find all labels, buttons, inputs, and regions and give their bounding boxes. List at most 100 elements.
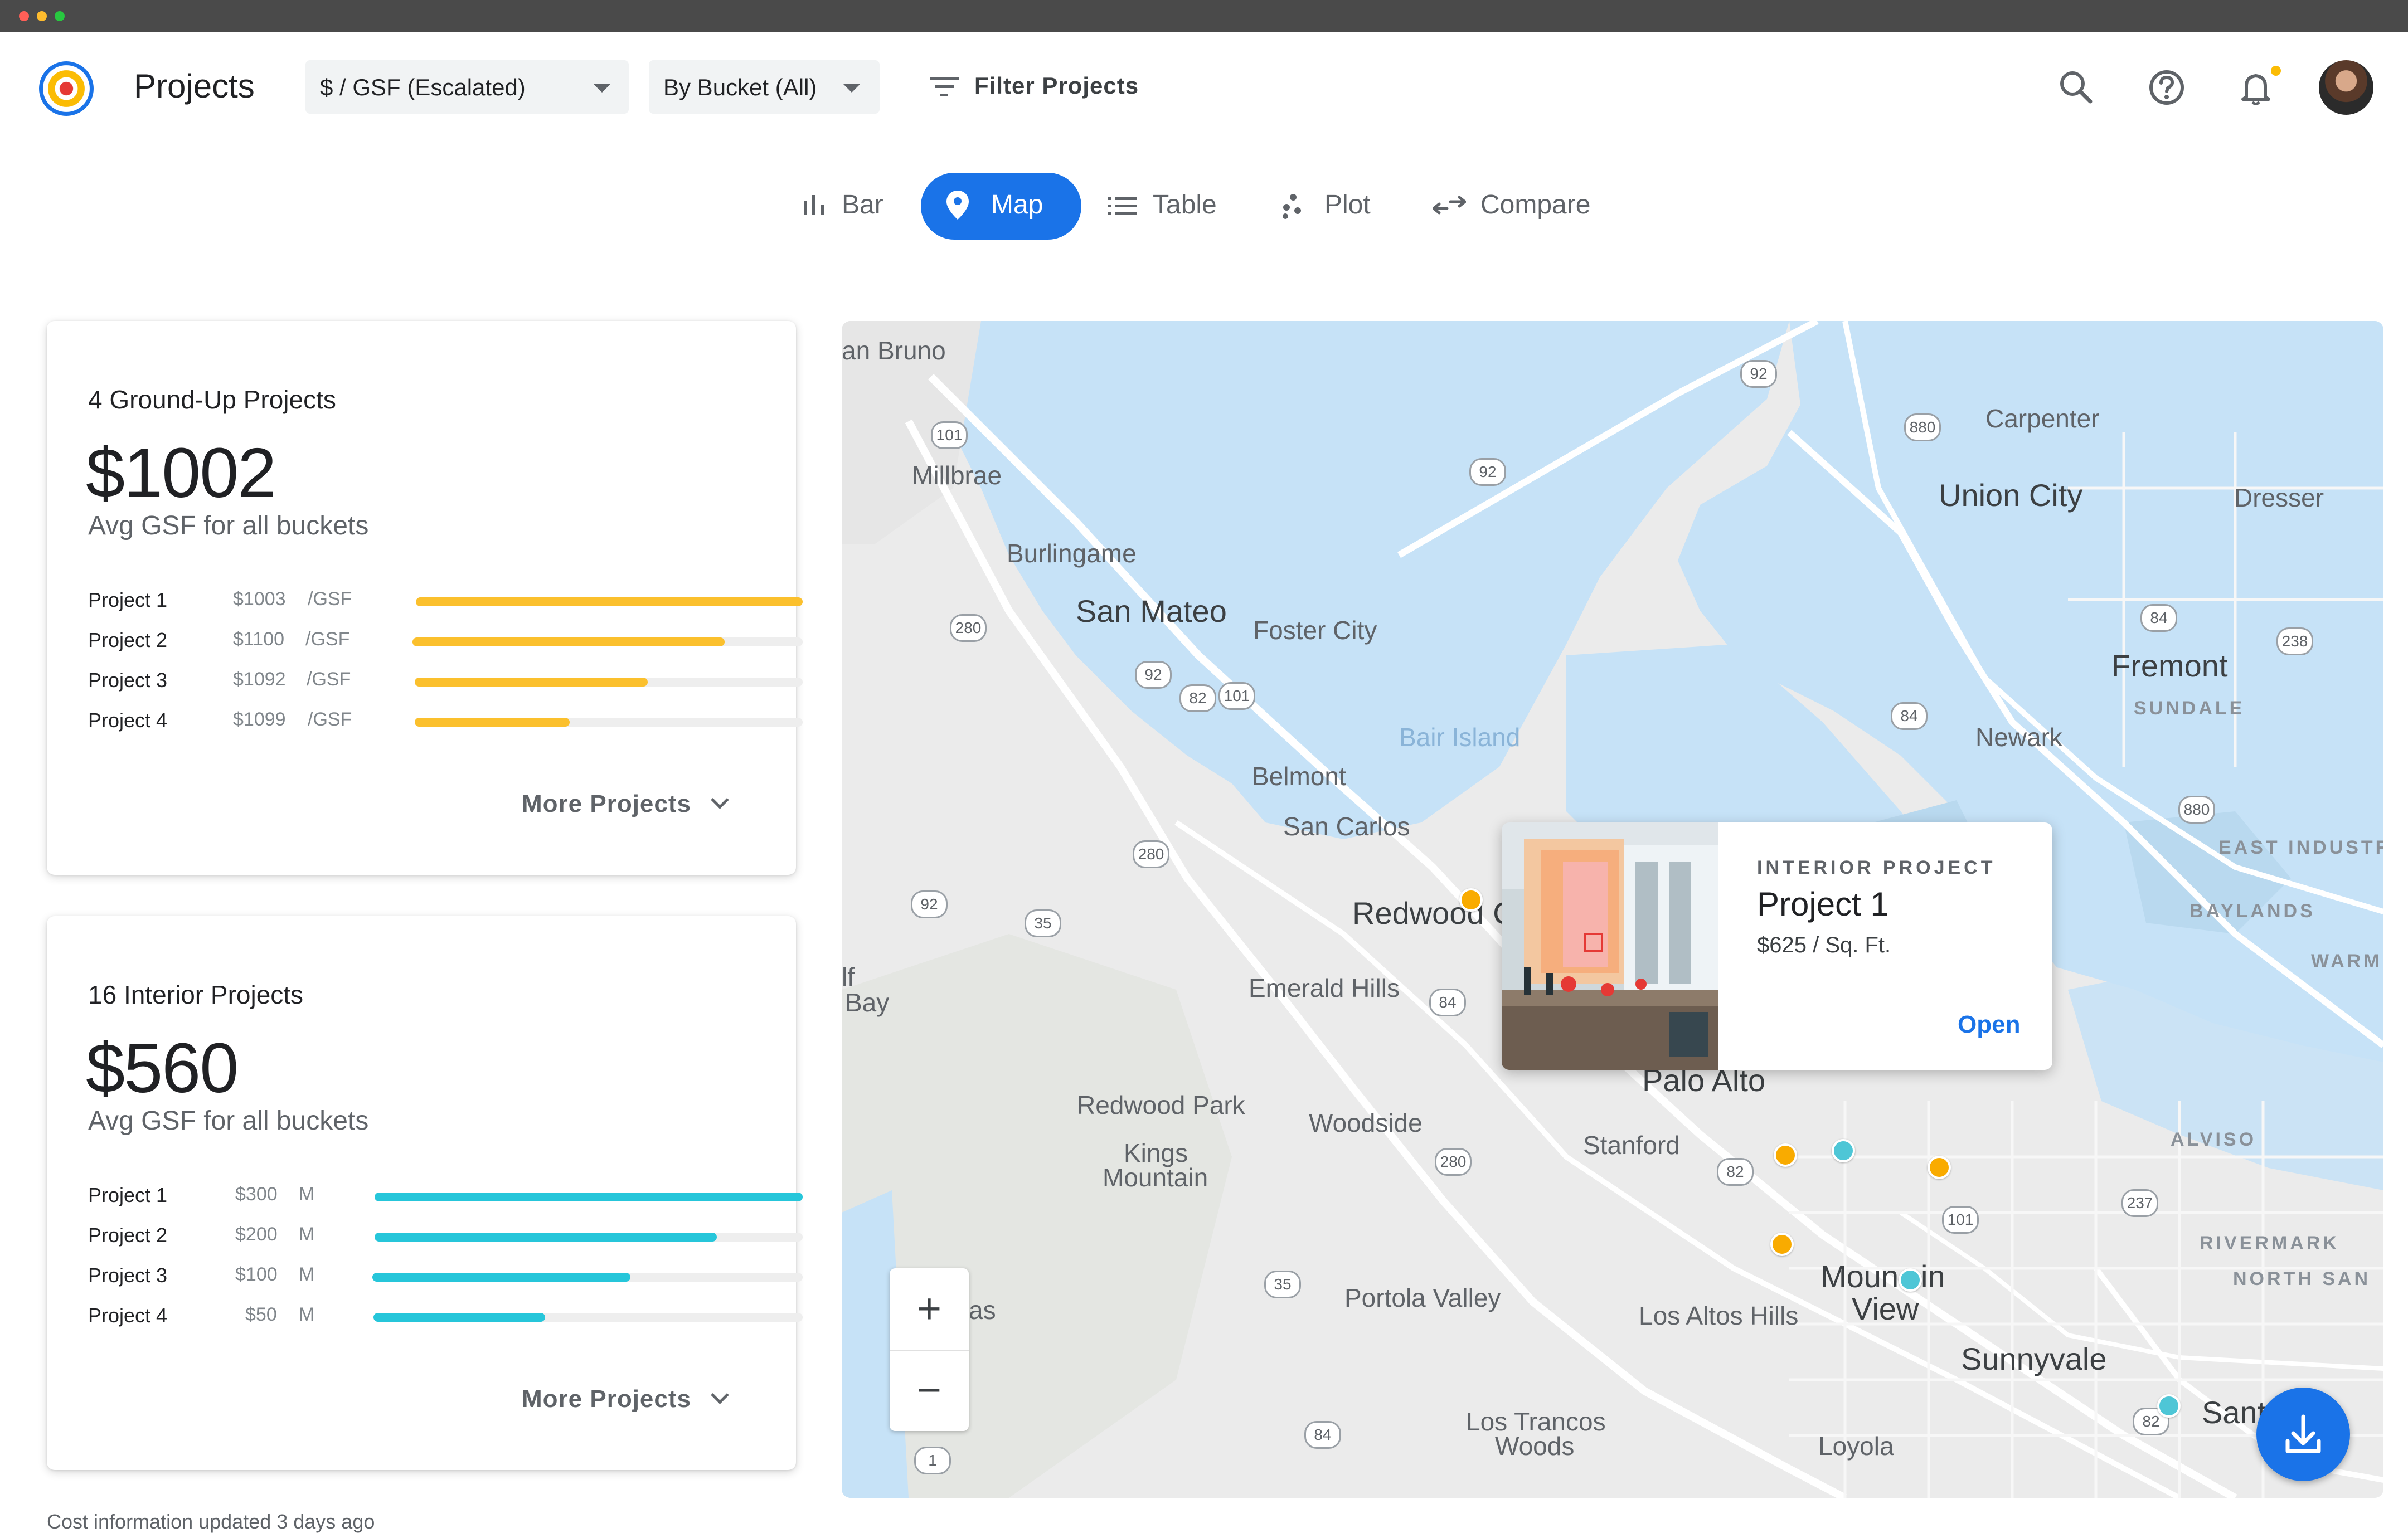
highway-shield: 35	[1025, 909, 1061, 937]
highway-shield: 238	[2276, 627, 2313, 655]
map-label: Woods	[1495, 1432, 1575, 1461]
chevron-down-icon	[711, 1386, 729, 1404]
avatar[interactable]	[2319, 60, 2373, 115]
ground-up-project-pin[interactable]	[1928, 1156, 1951, 1179]
map-label: Foster City	[1253, 616, 1377, 645]
scatter-icon	[1283, 194, 1301, 219]
project-popup-card: INTERIOR PROJECT Project 1 $625 / Sq. Ft…	[1502, 822, 2052, 1070]
map-label: San Mateo	[1076, 593, 1227, 629]
highway-shield: 82	[1179, 684, 1216, 712]
highway-shield: 92	[1469, 458, 1506, 486]
metric-dropdown[interactable]: $ / GSF (Escalated)	[305, 60, 629, 114]
project-value: $1100	[233, 629, 285, 650]
highway-shield: 101	[931, 421, 968, 449]
filter-projects-button[interactable]: Filter Projects	[930, 66, 1153, 108]
interior-summary-card: 16 Interior Projects $560 Avg GSF for al…	[47, 916, 803, 1470]
ground-up-project-pin[interactable]	[1774, 1143, 1797, 1167]
map-label: an Bruno	[842, 336, 946, 365]
project-row[interactable]: Project 4 $50 M	[88, 1298, 803, 1332]
map-label: ALVISO	[2171, 1129, 2257, 1150]
app-logo[interactable]	[39, 61, 94, 116]
maximize-window-dot[interactable]	[55, 11, 65, 21]
map-label: RIVERMARK	[2200, 1233, 2339, 1254]
project-row[interactable]: Project 2 $1100 /GSF	[88, 623, 803, 656]
ground-up-summary-card: 4 Ground-Up Projects $1002 Avg GSF for a…	[47, 321, 803, 875]
highway-shield: 92	[1740, 360, 1777, 388]
tab-table-label: Table	[1153, 190, 1217, 220]
help-icon[interactable]	[2142, 62, 2192, 113]
card-subtitle: Avg GSF for all buckets	[88, 511, 369, 541]
interior-project-pin[interactable]	[1832, 1139, 1855, 1162]
map-label: Redwood Park	[1077, 1091, 1245, 1120]
chevron-down-icon	[711, 791, 729, 809]
map-label: Moun	[1820, 1259, 1899, 1294]
bucket-dropdown[interactable]: By Bucket (All)	[649, 60, 880, 114]
card-value: $1002	[86, 434, 276, 512]
tab-map[interactable]: Map	[921, 173, 1081, 240]
project-unit: /GSF	[307, 669, 351, 690]
highway-shield: 84	[1891, 702, 1928, 730]
interior-project-pin[interactable]	[1899, 1268, 1922, 1292]
highway-shield: 92	[911, 890, 948, 918]
interior-project-pin[interactable]	[2157, 1394, 2181, 1418]
map-label: Portola Valley	[1344, 1283, 1501, 1312]
highway-shield: 880	[2178, 796, 2215, 824]
project-unit: M	[299, 1264, 315, 1285]
map-label: Bair Island	[1399, 723, 1521, 752]
project-row[interactable]: Project 4 $1099 /GSF	[88, 703, 803, 737]
project-unit: /GSF	[305, 629, 350, 650]
highway-shield: 280	[950, 614, 987, 642]
map-label: View	[1852, 1291, 1919, 1326]
highway-shield: 84	[1429, 989, 1466, 1016]
project-row[interactable]: Project 3 $1092 /GSF	[88, 663, 803, 697]
project-name: Project 4	[88, 1304, 168, 1327]
map-label: NORTH SAN	[2233, 1268, 2371, 1289]
card-value: $560	[86, 1029, 239, 1107]
search-icon[interactable]	[2051, 62, 2101, 113]
map-label: Mountain	[1103, 1163, 1208, 1192]
tab-compare[interactable]: Compare	[1427, 173, 1628, 240]
tab-bar[interactable]: Bar	[780, 173, 909, 240]
highway-shield: 82	[1717, 1158, 1754, 1186]
project-row[interactable]: Project 3 $100 M	[88, 1258, 803, 1292]
project-bar-track	[372, 1273, 803, 1282]
project-value: $1099	[233, 709, 286, 730]
zoom-in-button[interactable]: +	[890, 1268, 969, 1351]
project-bar-fill	[375, 1233, 717, 1242]
more-projects-button[interactable]: More Projects	[522, 1385, 729, 1413]
more-projects-button[interactable]: More Projects	[522, 790, 729, 818]
zoom-out-button[interactable]: −	[890, 1350, 969, 1431]
map-label: as	[969, 1296, 996, 1325]
filter-icon	[930, 77, 959, 96]
map-label: Union City	[1939, 478, 2083, 513]
map-label: Sunnyvale	[1961, 1341, 2107, 1376]
more-projects-label: More Projects	[522, 790, 691, 817]
tab-table[interactable]: Table	[1098, 173, 1232, 240]
ground-up-project-pin[interactable]	[1770, 1233, 1794, 1256]
project-unit: M	[299, 1304, 315, 1325]
chevron-down-icon	[593, 84, 611, 93]
project-name: Project 1	[88, 1184, 168, 1206]
open-project-link[interactable]: Open	[1958, 1011, 2020, 1039]
card-subtitle: Avg GSF for all buckets	[88, 1106, 369, 1136]
highway-shield: 280	[1435, 1148, 1472, 1176]
minimize-window-dot[interactable]	[37, 11, 47, 21]
tab-plot[interactable]: Plot	[1270, 173, 1392, 240]
project-row[interactable]: Project 2 $200 M	[88, 1218, 803, 1252]
compare-arrows-icon	[1433, 196, 1466, 215]
project-row[interactable]: Project 1 $300 M	[88, 1178, 803, 1211]
download-icon	[2285, 1414, 2321, 1453]
popup-project-name: Project 1	[1757, 885, 1889, 923]
window-titlebar	[0, 0, 2408, 32]
project-name: Project 4	[88, 709, 168, 732]
project-value: $200	[235, 1224, 278, 1245]
map-label: Newark	[1975, 723, 2062, 752]
card-title: 16 Interior Projects	[88, 980, 304, 1009]
project-row[interactable]: Project 1 $1003 /GSF	[88, 583, 803, 616]
map-label: Stanford	[1583, 1131, 1680, 1160]
map-label: Millbrae	[912, 461, 1002, 490]
ground-up-project-pin[interactable]	[1459, 888, 1483, 912]
map-label: San Carlos	[1283, 812, 1410, 841]
download-button[interactable]	[2256, 1388, 2350, 1481]
close-window-dot[interactable]	[19, 11, 29, 21]
